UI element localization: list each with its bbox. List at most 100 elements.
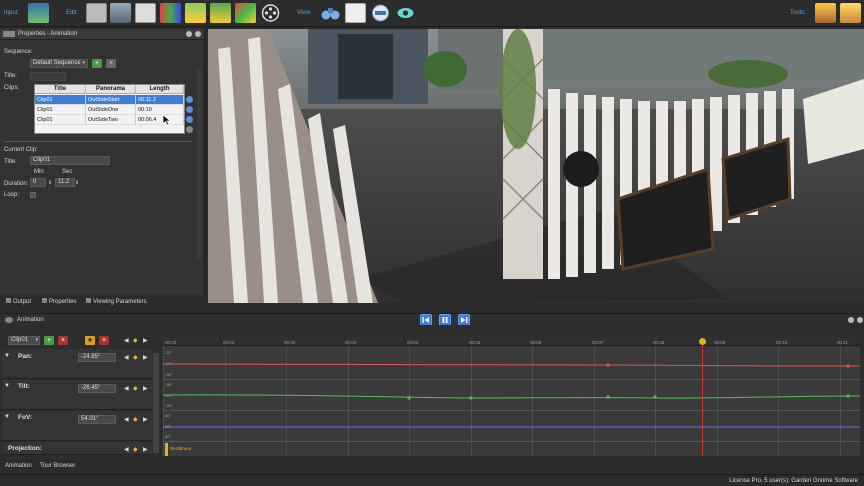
close-panel-icon[interactable] [195, 31, 201, 37]
tour-browser-icon[interactable] [86, 3, 107, 23]
properties-title: Properties - Animation [18, 31, 78, 37]
tilt-keyframe[interactable] [606, 395, 610, 399]
playhead-handle[interactable] [699, 338, 706, 345]
map-icon[interactable] [185, 3, 206, 23]
input-label: Input: [4, 10, 20, 16]
viewing-parameters-icon[interactable] [110, 3, 131, 23]
edit-clip-icon[interactable] [186, 96, 193, 103]
clip-title-input[interactable]: Clip01 [30, 156, 110, 165]
next-key-icon[interactable]: ▶ [143, 385, 148, 392]
clip-select[interactable]: Clip01 ▾ [8, 336, 40, 345]
tab-animation[interactable]: Animation [5, 463, 32, 469]
sequence-title-input[interactable] [30, 72, 66, 81]
clipboard-icon[interactable] [345, 3, 366, 23]
prev-key-icon[interactable]: ◀ [124, 354, 129, 361]
edit-clip-icon[interactable] [186, 116, 193, 123]
binoculars-icon[interactable] [320, 3, 341, 23]
pan-keyframe[interactable] [846, 364, 850, 368]
track-scrollbar[interactable] [153, 353, 159, 453]
chevron-down-icon[interactable]: ▼ [4, 414, 10, 420]
properties-panel: Properties - Animation Sequence: Default… [0, 29, 205, 295]
sec-label: Sec [62, 169, 73, 175]
tilt-keyframe[interactable] [846, 394, 850, 398]
duration-sec-stepper[interactable]: 11.2 [55, 178, 75, 187]
hotspot-icon[interactable] [160, 3, 181, 23]
duration-sec-value: 11.2 [58, 179, 70, 185]
preview-icon[interactable] [370, 3, 391, 23]
gnome-tool-icon[interactable] [815, 3, 836, 23]
tilt-value: -26.45° [81, 385, 101, 391]
keyframe-diamond-icon[interactable]: ◆ [133, 416, 138, 423]
properties-icon[interactable] [135, 3, 156, 23]
next-key-icon[interactable]: ▶ [143, 446, 148, 453]
keyframe-diamond-icon[interactable]: ◆ [133, 337, 138, 344]
min-label: Min [34, 169, 44, 175]
tab-viewing-parameters[interactable]: Viewing Parameters [86, 298, 147, 305]
close-panel-icon[interactable] [857, 317, 863, 323]
duration-min-stepper[interactable]: 0 [30, 178, 46, 187]
timeline[interactable]: 00:00 00:01 00:02 00:03 00:04 00:05 00:0… [163, 335, 860, 456]
clip-select-value: Clip01 [11, 337, 29, 343]
next-key-icon[interactable]: ▶ [143, 416, 148, 423]
tilt-keyframe[interactable] [407, 396, 411, 400]
prev-key-icon[interactable]: ◀ [124, 446, 129, 453]
image-icon[interactable] [235, 3, 256, 23]
loop-checkbox[interactable] [30, 192, 36, 198]
output-icon [6, 298, 11, 303]
float-panel-icon[interactable] [186, 31, 192, 37]
add-keyframe-button[interactable]: + [44, 336, 54, 345]
tilt-value-input[interactable]: -26.45° [78, 384, 116, 393]
next-key-icon[interactable]: ▶ [143, 354, 148, 361]
stepper-arrows-icon[interactable]: ⇕ [75, 180, 79, 186]
add-clip-icon[interactable] [186, 126, 193, 133]
add-sequence-button[interactable]: + [92, 59, 102, 68]
tab-output[interactable]: Output [6, 298, 31, 305]
keyframe-diamond-icon[interactable]: ◆ [133, 354, 138, 361]
hand-tool-icon[interactable] [840, 3, 861, 23]
tilt-label: Tilt: [18, 383, 30, 390]
pan-value-input[interactable]: -24.85° [78, 353, 116, 362]
table-row[interactable]: Clip01 OutSideStart 00:11.2 [35, 95, 184, 105]
clips-table: Title Panorama Length Clip01 OutSideStar… [34, 84, 185, 134]
fov-value: 54.01° [81, 416, 99, 422]
next-key-icon[interactable]: ▶ [143, 337, 148, 344]
edit-clip-icon[interactable] [186, 106, 193, 113]
prev-key-icon[interactable]: ◀ [124, 385, 129, 392]
keyframe-diamond-icon[interactable]: ◆ [133, 446, 138, 453]
remove-keyframe-button[interactable]: × [58, 336, 68, 345]
clip-length-cell: 00:10 [136, 105, 184, 115]
projection-keyframe[interactable] [165, 443, 168, 456]
eye-icon[interactable] [395, 3, 416, 23]
chevron-down-icon: ▾ [82, 60, 85, 66]
tab-properties[interactable]: Properties [42, 298, 76, 305]
add-panorama-icon[interactable] [28, 3, 49, 23]
tree-icon[interactable] [210, 3, 231, 23]
star-keyframe-button[interactable]: ★ [85, 336, 95, 345]
pan-curve [163, 363, 860, 367]
pan-keyframe[interactable] [606, 363, 610, 367]
clip-title-label: Title: [4, 159, 17, 165]
keyframe-diamond-icon[interactable]: ◆ [133, 385, 138, 392]
stepper-arrows-icon[interactable]: ⇕ [48, 180, 52, 186]
prev-key-icon[interactable]: ◀ [124, 337, 129, 344]
properties-scrollbar[interactable] [197, 69, 202, 259]
prev-key-icon[interactable]: ◀ [124, 416, 129, 423]
panorama-viewer[interactable] [208, 29, 864, 303]
tilt-keyframe[interactable] [653, 395, 657, 399]
chevron-down-icon: ▾ [35, 337, 38, 343]
fov-value-input[interactable]: 54.01° [78, 415, 116, 424]
tilt-keyframe[interactable] [469, 396, 473, 400]
sequence-select[interactable]: Default Sequence ▾ [30, 59, 88, 68]
playhead[interactable] [702, 340, 703, 456]
license-status: License Pro, 5 user(s): Garden Gnome Sof… [729, 478, 858, 484]
film-reel-icon[interactable] [260, 3, 281, 23]
delete-sequence-button[interactable]: × [106, 59, 116, 68]
divider [4, 141, 192, 142]
chevron-down-icon[interactable]: ▼ [4, 353, 10, 359]
pan-label: Pan: [18, 353, 33, 360]
chevron-down-icon[interactable]: ▼ [4, 383, 10, 389]
tab-tour-browser[interactable]: Tour Browser [40, 463, 75, 469]
float-panel-icon[interactable] [848, 317, 854, 323]
delete-all-button[interactable]: × [99, 336, 109, 345]
clip-length-cell: 00:06.4 [136, 115, 184, 125]
